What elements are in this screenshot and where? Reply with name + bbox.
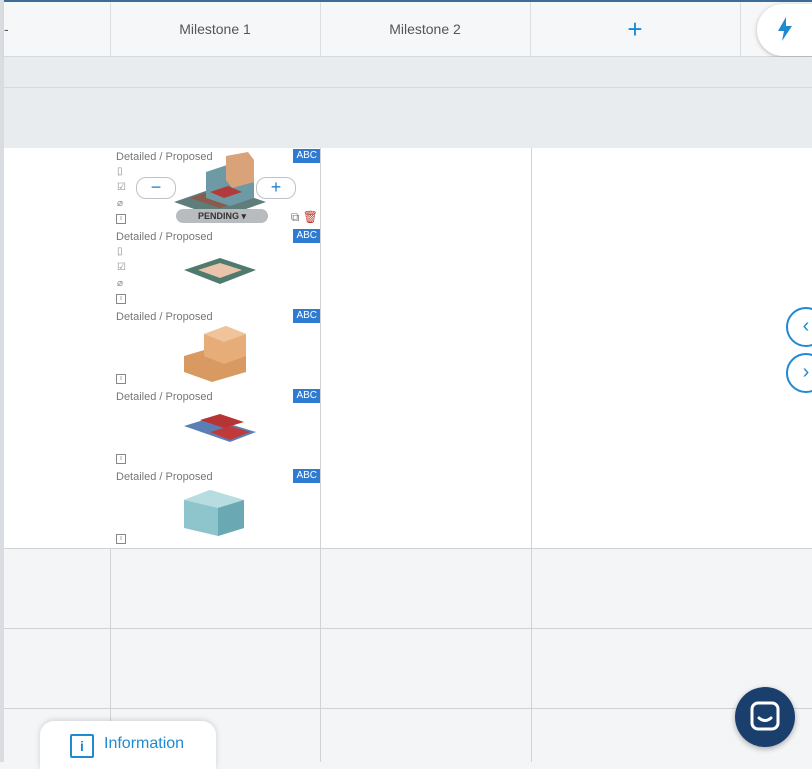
building-model-thumbnail[interactable] bbox=[170, 392, 270, 464]
empty-cell[interactable] bbox=[532, 388, 812, 468]
document-icon[interactable]: ▯ bbox=[117, 246, 129, 262]
info-icon[interactable]: i bbox=[116, 374, 126, 384]
table-row: Detailed / Proposed ABC i bbox=[4, 308, 812, 389]
design-option-cell[interactable]: Detailed / Proposed ABC i bbox=[110, 388, 321, 468]
add-milestone-button[interactable]: + bbox=[530, 2, 741, 56]
info-icon[interactable]: i bbox=[116, 294, 126, 304]
information-label: Information bbox=[104, 735, 185, 752]
abc-badge[interactable]: ABC bbox=[293, 229, 320, 243]
building-model-thumbnail[interactable] bbox=[170, 312, 270, 384]
checkbox-icon[interactable]: ☑ bbox=[117, 182, 129, 198]
table-row: Detailed / Proposed ABC i bbox=[4, 388, 812, 469]
trash-icon[interactable]: 🗑 bbox=[303, 210, 318, 224]
empty-cell[interactable] bbox=[321, 148, 532, 228]
empty-cell[interactable] bbox=[321, 388, 532, 468]
abc-badge[interactable]: ABC bbox=[293, 149, 320, 163]
design-option-cell[interactable]: Detailed / Proposed ABC i bbox=[110, 468, 321, 548]
column-header-first: - bbox=[4, 2, 111, 56]
row-header-cell bbox=[4, 628, 111, 708]
building-model-thumbnail[interactable] bbox=[170, 472, 270, 544]
row-header-cell bbox=[4, 388, 111, 468]
abc-badge[interactable]: ABC bbox=[293, 309, 320, 323]
abc-badge[interactable]: ABC bbox=[293, 389, 320, 403]
row-header-cell bbox=[4, 308, 111, 388]
design-option-cell[interactable]: Detailed / Proposed ABC i bbox=[110, 308, 321, 388]
row-actions: ⧉ 🗑 bbox=[291, 210, 318, 225]
chat-icon bbox=[750, 701, 780, 731]
empty-cell[interactable] bbox=[110, 548, 321, 628]
abc-badge[interactable]: ABC bbox=[293, 469, 320, 483]
group-band bbox=[4, 88, 812, 119]
column-header-milestone-1[interactable]: Milestone 1 bbox=[110, 2, 321, 56]
chat-button[interactable] bbox=[735, 687, 795, 747]
empty-cell[interactable] bbox=[532, 468, 812, 548]
table-row bbox=[4, 628, 812, 709]
empty-cell[interactable] bbox=[321, 468, 532, 548]
empty-cell[interactable] bbox=[321, 548, 532, 628]
design-option-cell[interactable]: Detailed / Proposed ABC ▯ ☑ ⌀ i bbox=[110, 228, 321, 308]
empty-cell[interactable] bbox=[321, 228, 532, 308]
table-row bbox=[4, 548, 812, 629]
empty-cell[interactable] bbox=[532, 308, 812, 388]
empty-cell[interactable] bbox=[532, 548, 812, 628]
group-band bbox=[4, 118, 812, 149]
table-row: Detailed / Proposed ABC ▯ ☑ ⌀ i bbox=[4, 228, 812, 309]
empty-cell[interactable] bbox=[321, 308, 532, 388]
info-icon[interactable]: i bbox=[116, 534, 126, 544]
info-icon[interactable]: i bbox=[116, 214, 126, 224]
empty-cell[interactable] bbox=[532, 148, 812, 228]
lightning-icon bbox=[778, 17, 792, 41]
document-icon[interactable]: ▯ bbox=[117, 166, 129, 182]
empty-cell[interactable] bbox=[321, 628, 532, 708]
empty-cell[interactable] bbox=[321, 708, 532, 762]
row-header-cell bbox=[4, 148, 111, 228]
zoom-out-button[interactable]: − bbox=[136, 177, 176, 199]
quick-actions-button[interactable] bbox=[757, 4, 812, 56]
info-icon: i bbox=[70, 734, 94, 758]
table-row: Detailed / Proposed ABC i bbox=[4, 468, 812, 549]
empty-cell[interactable] bbox=[110, 628, 321, 708]
row-header-cell bbox=[4, 468, 111, 548]
option-mini-icons: ▯ ☑ ⌀ bbox=[117, 246, 129, 294]
row-header-cell bbox=[4, 228, 111, 308]
design-option-cell[interactable]: Detailed / Proposed ABC ▯ ☑ ⌀ i − + PEND… bbox=[110, 148, 321, 228]
status-dropdown[interactable]: PENDING ▾ bbox=[176, 209, 268, 223]
zoom-in-button[interactable]: + bbox=[256, 177, 296, 199]
table-row: Detailed / Proposed ABC ▯ ☑ ⌀ i − + PEND… bbox=[4, 148, 812, 229]
option-mini-icons: ▯ ☑ ⌀ bbox=[117, 166, 129, 214]
row-header-cell bbox=[4, 548, 111, 628]
duplicate-icon[interactable]: ⧉ bbox=[291, 210, 300, 224]
milestone-header: - Milestone 1 Milestone 2 + bbox=[4, 0, 812, 57]
column-header-milestone-2[interactable]: Milestone 2 bbox=[320, 2, 531, 56]
building-model-thumbnail[interactable] bbox=[170, 232, 270, 304]
checkbox-icon[interactable]: ☑ bbox=[117, 262, 129, 278]
attachment-icon[interactable]: ⌀ bbox=[117, 278, 129, 294]
info-icon[interactable]: i bbox=[116, 454, 126, 464]
attachment-icon[interactable]: ⌀ bbox=[117, 198, 129, 214]
group-band bbox=[4, 57, 812, 88]
empty-cell[interactable] bbox=[532, 228, 812, 308]
